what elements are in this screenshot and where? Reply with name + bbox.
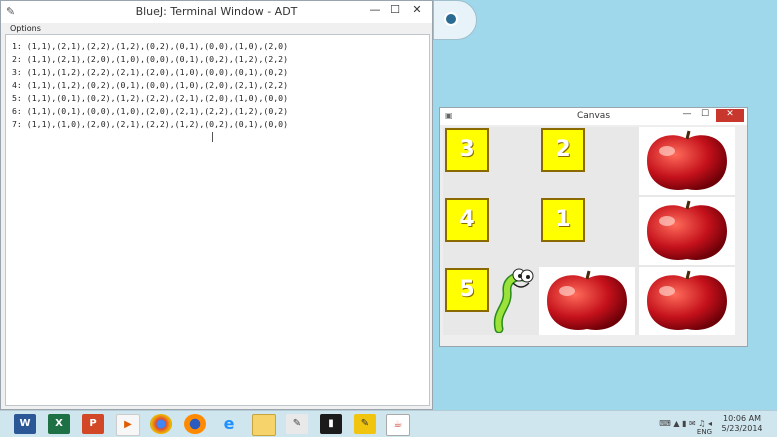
- apple-icon: [647, 200, 727, 260]
- tray-icons[interactable]: ⌨ ▲ ▮ ✉ ♫ ◂: [659, 419, 712, 428]
- grid-cell: 5: [443, 267, 539, 335]
- apple-icon: [647, 270, 727, 330]
- clock-time: 10:06 AM: [723, 414, 761, 423]
- number-tile: 4: [445, 198, 489, 242]
- word-icon[interactable]: W: [14, 414, 36, 434]
- number-tile: 5: [445, 268, 489, 312]
- output-line: 7: (1,1),(1,0),(2,0),(2,1),(2,2),(1,2),(…: [12, 119, 289, 129]
- excel-icon[interactable]: X: [48, 414, 70, 434]
- output-line: 4: (1,1),(1,2),(0,2),(0,1),(0,0),(1,0),(…: [12, 80, 289, 90]
- apple-icon: [547, 270, 627, 330]
- canvas-maximize-button[interactable]: ☐: [697, 109, 713, 123]
- minimize-button[interactable]: —: [366, 3, 384, 19]
- tray-language[interactable]: ENG: [697, 428, 712, 436]
- terminal-output[interactable]: 1: (1,1),(2,1),(2,2),(1,2),(0,2),(0,1),(…: [5, 34, 430, 406]
- canvas-window: ▣ Canvas — ☐ ✕ 3 2 4 1 5: [439, 107, 748, 347]
- apple-icon: [647, 130, 727, 190]
- floating-widget[interactable]: [433, 0, 477, 40]
- world-grid[interactable]: 3 2 4 1 5: [443, 127, 735, 335]
- file-explorer-icon[interactable]: [252, 414, 276, 436]
- worm-icon: [493, 268, 534, 333]
- output-line: 1: (1,1),(2,1),(2,2),(1,2),(0,2),(0,1),(…: [12, 41, 289, 51]
- canvas-titlebar[interactable]: ▣ Canvas — ☐ ✕: [440, 108, 747, 125]
- bluej-icon-2[interactable]: ☕: [386, 414, 410, 436]
- close-button[interactable]: ✕: [406, 3, 428, 19]
- grid-cell: [639, 267, 735, 335]
- clock-date: 5/23/2014: [721, 424, 763, 433]
- grid-cell: [639, 127, 735, 195]
- terminal-menubar: Options: [1, 23, 432, 34]
- text-cursor-icon: [212, 132, 214, 142]
- system-tray: ⌨ ▲ ▮ ✉ ♫ ◂ ENG 10:06 AM 5/23/2014: [607, 414, 767, 436]
- clock[interactable]: 10:06 AM 5/23/2014: [717, 414, 767, 434]
- number-tile: 1: [541, 198, 585, 242]
- grid-cell: [639, 197, 735, 265]
- taskbar: W X P ▶ e ✎ ▮ ✎ ☕ ⌨ ▲ ▮ ✉ ♫ ◂ ENG 10:06 …: [0, 410, 777, 437]
- number-tile: 2: [541, 128, 585, 172]
- firefox-icon[interactable]: [184, 414, 206, 434]
- grid-cell: 3: [443, 127, 539, 195]
- grid-cell: 4: [443, 197, 539, 265]
- bluej-icon[interactable]: ✎: [286, 414, 308, 434]
- terminal-titlebar[interactable]: ✎ BlueJ: Terminal Window - ADT — ☐ ✕: [1, 1, 432, 23]
- output-line: 6: (1,1),(0,1),(0,0),(1,0),(2,0),(2,1),(…: [12, 106, 289, 116]
- number-tile: 3: [445, 128, 489, 172]
- output-line: 2: (1,1),(2,1),(2,0),(1,0),(0,0),(0,1),(…: [12, 54, 289, 64]
- canvas-close-button[interactable]: ✕: [716, 109, 744, 122]
- cmd-icon[interactable]: ▮: [320, 414, 342, 434]
- menu-options[interactable]: Options: [10, 24, 41, 33]
- record-icon: [444, 12, 458, 26]
- grid-cell: [539, 267, 635, 335]
- ie-icon[interactable]: e: [218, 414, 240, 434]
- output-line: 3: (1,1),(1,2),(2,2),(2,1),(2,0),(1,0),(…: [12, 67, 289, 77]
- java-icon[interactable]: ✎: [354, 414, 376, 434]
- grid-cell: 1: [539, 197, 635, 265]
- output-line: 5: (1,1),(0,1),(0,2),(1,2),(2,2),(2,1),(…: [12, 93, 289, 103]
- maximize-button[interactable]: ☐: [386, 3, 404, 19]
- chrome-icon[interactable]: [150, 414, 172, 434]
- canvas-minimize-button[interactable]: —: [679, 109, 695, 123]
- grid-cell: 2: [539, 127, 635, 195]
- powerpoint-icon[interactable]: P: [82, 414, 104, 434]
- media-player-icon[interactable]: ▶: [116, 414, 140, 436]
- terminal-window: ✎ BlueJ: Terminal Window - ADT — ☐ ✕ Opt…: [0, 0, 433, 410]
